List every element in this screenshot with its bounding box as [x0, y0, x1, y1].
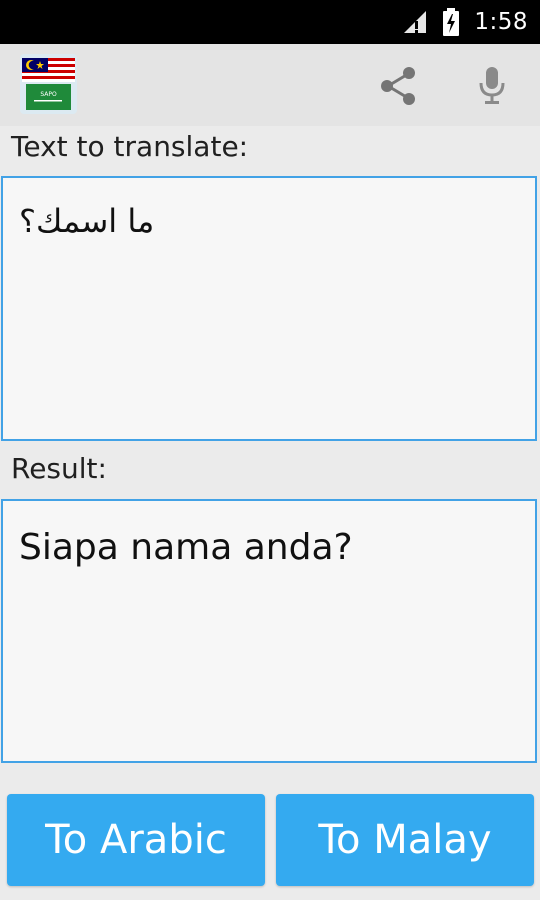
- saudi-flag-icon: SAPO: [26, 84, 71, 110]
- to-malay-button[interactable]: To Malay: [276, 794, 534, 886]
- result-label: Result:: [11, 452, 107, 485]
- translate-input[interactable]: ما اسمك؟: [1, 176, 537, 441]
- app-logo[interactable]: SAPO: [20, 54, 77, 114]
- share-button[interactable]: [372, 60, 424, 112]
- status-bar: 1:58: [0, 0, 540, 44]
- malaysia-flag-icon: [22, 58, 75, 82]
- result-output[interactable]: Siapa nama anda?: [1, 499, 537, 763]
- input-text: ما اسمك؟: [19, 202, 155, 240]
- result-text: Siapa nama anda?: [19, 527, 353, 568]
- svg-text:SAPO: SAPO: [40, 91, 57, 98]
- status-time: 1:58: [474, 9, 528, 35]
- signal-icon: [404, 11, 427, 33]
- microphone-button[interactable]: [466, 60, 518, 112]
- input-label: Text to translate:: [11, 130, 249, 163]
- share-icon: [381, 67, 415, 105]
- app-bar: SAPO: [0, 44, 540, 126]
- status-icons: 1:58: [402, 0, 528, 44]
- to-arabic-button[interactable]: To Arabic: [7, 794, 265, 886]
- microphone-icon: [479, 67, 505, 104]
- battery-charging-icon: [443, 8, 460, 36]
